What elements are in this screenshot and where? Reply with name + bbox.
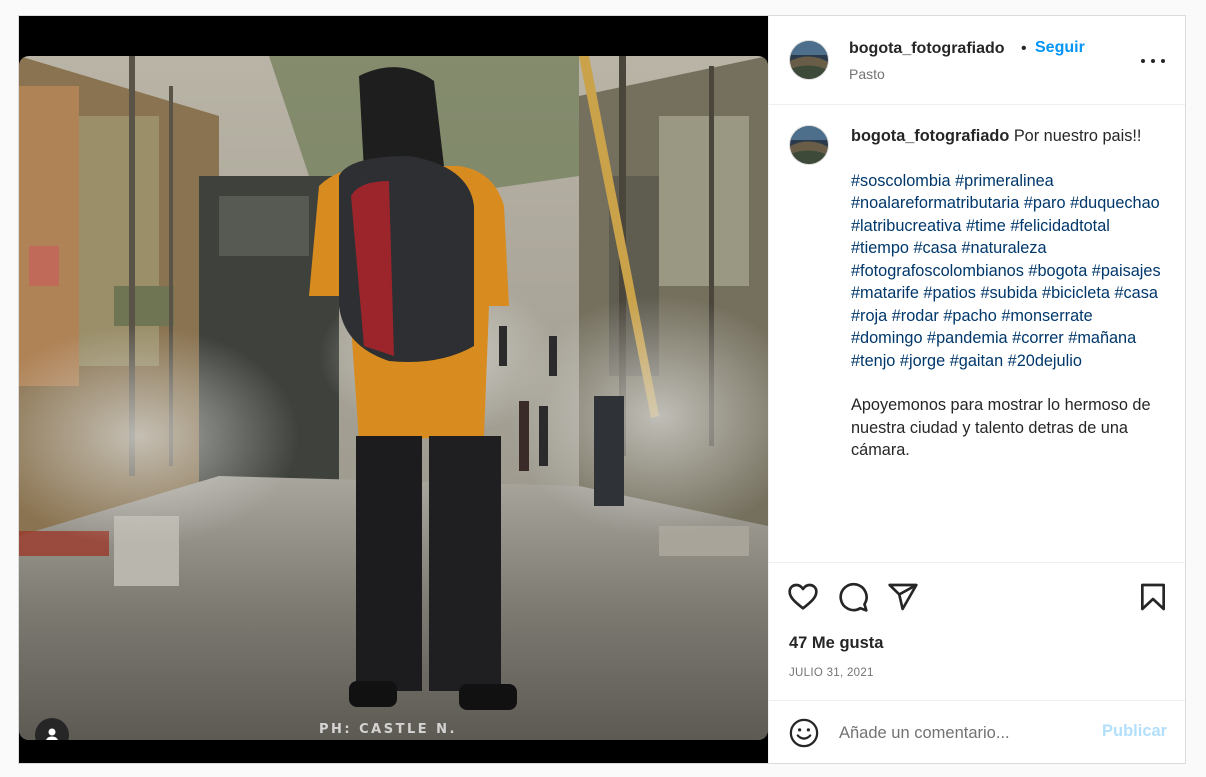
post-side-panel: bogota_fotografiado • Seguir Pasto bogot… (768, 16, 1185, 763)
instagram-post: PH: CASTLE N. bogota_fotografiado • Segu… (18, 15, 1186, 764)
caption-text: Por nuestro pais!! (1013, 127, 1142, 145)
share-send-icon[interactable] (887, 581, 919, 613)
post-media: PH: CASTLE N. (19, 16, 768, 763)
hashtag-link[interactable]: #correr (1012, 329, 1064, 347)
hashtag-link[interactable]: #domingo (851, 329, 923, 347)
publish-button[interactable]: Publicar (1102, 722, 1167, 741)
hashtag-link[interactable]: #duquechao (1070, 194, 1160, 212)
hashtag-link[interactable]: #time (966, 217, 1006, 235)
hashtag-link[interactable]: #rodar (892, 307, 939, 325)
more-options-icon[interactable] (1141, 56, 1165, 66)
caption: bogota_fotografiado Por nuestro pais!! #… (851, 125, 1161, 462)
hashtag-link[interactable]: #paro (1024, 194, 1066, 212)
follow-button[interactable]: Seguir (1035, 39, 1085, 57)
hashtag-link[interactable]: #soscolombia (851, 172, 951, 190)
hashtag-link[interactable]: #matarife (851, 284, 919, 302)
likes-count[interactable]: 47 Me gusta (789, 634, 883, 653)
hashtag-link[interactable]: #mañana (1068, 329, 1136, 347)
hashtag-link[interactable]: #roja (851, 307, 887, 325)
hashtag-link[interactable]: #tiempo (851, 239, 909, 257)
hashtag-link[interactable]: #tenjo (851, 352, 895, 370)
hashtag-link[interactable]: #pandemia (927, 329, 1008, 347)
caption-extra-text: Apoyemonos para mostrar lo hermoso de nu… (851, 396, 1151, 459)
emoji-icon[interactable] (789, 718, 819, 748)
hashtag-link[interactable]: #20dejulio (1008, 352, 1082, 370)
hashtag-link[interactable]: #naturaleza (961, 239, 1046, 257)
user-icon (46, 728, 58, 740)
hashtag-link[interactable]: #casa (913, 239, 956, 257)
hashtag-link[interactable]: #noalareformatributaria (851, 194, 1019, 212)
caption-area: bogota_fotografiado Por nuestro pais!! #… (769, 105, 1185, 561)
caption-avatar[interactable] (789, 125, 829, 165)
comment-input[interactable] (839, 719, 1089, 747)
photo-watermark: PH: CASTLE N. (319, 722, 457, 737)
hashtag-link[interactable]: #jorge (900, 352, 945, 370)
avatar[interactable] (789, 40, 829, 80)
hashtag-link[interactable]: #fotografoscolombianos (851, 262, 1024, 280)
post-author-username[interactable]: bogota_fotografiado (849, 40, 1005, 58)
separator-dot: • (1021, 40, 1027, 57)
comment-bar: Publicar (769, 700, 1185, 763)
save-bookmark-icon[interactable] (1137, 581, 1169, 613)
hashtag-link[interactable]: #bogota (1028, 262, 1087, 280)
hashtag-link[interactable]: #latribucreativa (851, 217, 961, 235)
hashtag-link[interactable]: #gaitan (950, 352, 1003, 370)
hashtag-link[interactable]: #patios (923, 284, 976, 302)
hashtag-link[interactable]: #subida (980, 284, 1037, 302)
post-date: JULIO 31, 2021 (789, 667, 874, 679)
hashtag-link[interactable]: #monserrate (1001, 307, 1092, 325)
post-actions: 47 Me gusta JULIO 31, 2021 (769, 562, 1185, 701)
hashtag-link[interactable]: #paisajes (1092, 262, 1161, 280)
caption-hashtags: #soscolombia #primeralinea #noalareforma… (851, 170, 1161, 373)
like-heart-icon[interactable] (787, 581, 819, 613)
hashtag-link[interactable]: #primeralinea (955, 172, 1054, 190)
post-location[interactable]: Pasto (849, 66, 885, 82)
comment-bubble-icon[interactable] (837, 581, 869, 613)
hashtag-link[interactable]: #pacho (943, 307, 996, 325)
post-photo[interactable] (19, 56, 768, 740)
caption-username[interactable]: bogota_fotografiado (851, 127, 1009, 145)
hashtag-link[interactable]: #casa (1114, 284, 1157, 302)
hashtag-link[interactable]: #bicicleta (1042, 284, 1110, 302)
post-header: bogota_fotografiado • Seguir Pasto (769, 16, 1185, 105)
hashtag-link[interactable]: #felicidadtotal (1010, 217, 1110, 235)
